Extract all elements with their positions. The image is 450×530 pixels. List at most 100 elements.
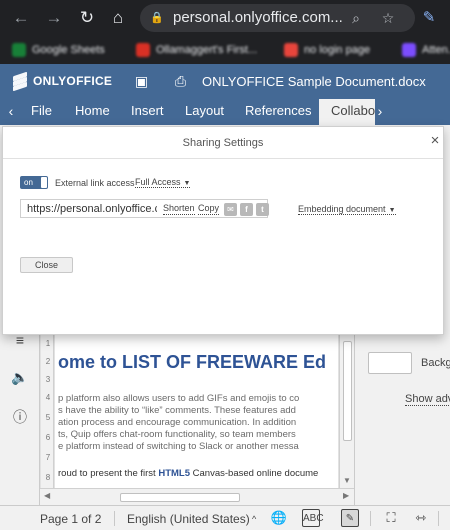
paragraph-line: p platform also allows users to add GIFs… (58, 393, 300, 404)
fit-page-icon[interactable]: ⛶ (382, 509, 400, 527)
external-link-toggle[interactable]: on (20, 176, 48, 189)
favicon-icon (136, 43, 150, 57)
bookmark-item[interactable]: Google Sheets (12, 40, 105, 60)
reload-icon[interactable]: ↻ (77, 8, 97, 28)
scroll-thumb[interactable] (343, 341, 352, 441)
paragraph-text: roud to present the first (58, 468, 159, 479)
external-link-label: External link access (55, 178, 135, 188)
shorten-link[interactable]: Shorten (163, 203, 195, 215)
favicon-icon (402, 43, 416, 57)
bookmarks-bar: Google Sheets Ollamaggert's First... no … (0, 36, 450, 64)
favicon-icon (284, 43, 298, 57)
tabs-scroll-right-icon[interactable]: › (372, 99, 388, 125)
copy-link[interactable]: Copy (198, 203, 220, 215)
tabs-scroll-left-icon[interactable]: ‹ (3, 99, 19, 125)
bookmark-label: Atten... (422, 44, 450, 56)
back-icon[interactable]: ← (11, 8, 31, 28)
bookmark-item[interactable]: Atten... (402, 40, 450, 60)
ruler-number: 1 (45, 339, 51, 348)
paragraph-line: roud to present the first HTML5 Canvas-b… (58, 468, 318, 479)
embedding-document-dropdown[interactable]: Embedding document ▼ (298, 204, 396, 215)
dialog-header: Sharing Settings × (3, 127, 443, 159)
caret-down-icon: ▼ (183, 180, 191, 187)
divider (114, 511, 115, 526)
tab-references[interactable]: References (245, 99, 311, 125)
bookmark-item[interactable]: Ollamaggert's First... (136, 40, 257, 60)
share-link-url[interactable]: https://personal.onlyoffice.com (27, 203, 157, 216)
tab-file[interactable]: File (31, 99, 52, 125)
document-title: ONLYOFFICE Sample Document.docx (202, 74, 426, 89)
info-icon[interactable]: ⓘ (11, 408, 29, 426)
forward-icon[interactable]: → (44, 8, 64, 28)
lock-icon: 🔒 (150, 12, 164, 24)
bookmark-label: Ollamaggert's First... (156, 44, 258, 56)
bookmark-label: no login page (304, 44, 371, 56)
speaker-icon[interactable]: 🔈 (11, 368, 29, 386)
horizontal-scrollbar[interactable]: ◀ ▶ (40, 488, 354, 505)
bookmark-item[interactable]: no login page (284, 40, 370, 60)
bookmark-star-icon[interactable]: ☆ (379, 9, 397, 27)
logo-text: ONLYOFFICE (33, 74, 113, 88)
ruler-number: 6 (45, 433, 51, 442)
vertical-scrollbar[interactable]: ▼ (339, 335, 354, 488)
show-advanced-link[interactable]: Show adv (405, 393, 450, 406)
home-icon[interactable]: ⌂ (108, 8, 128, 28)
favicon-icon (12, 43, 26, 57)
divider (370, 511, 371, 526)
toggle-label: on (24, 178, 33, 187)
page-indicator[interactable]: Page 1 of 2 (40, 512, 101, 526)
browser-toolbar: ← → ↻ ⌂ 🔒 personal.onlyoffice.com... ⌕ ☆… (0, 0, 450, 36)
tab-insert[interactable]: Insert (131, 99, 164, 125)
close-icon[interactable]: × (427, 133, 443, 149)
left-sidebar: ≡ 🔈 ⓘ (0, 332, 40, 505)
zoom-icon[interactable]: ⌕ (347, 9, 365, 27)
print-icon[interactable]: ⎙ (172, 73, 189, 90)
paragraph-line: s have the ability to “like” comments. T… (58, 405, 296, 416)
scroll-thumb[interactable] (120, 493, 240, 502)
onlyoffice-logo[interactable]: ONLYOFFICE (12, 71, 113, 92)
fit-width-icon[interactable]: ⇿ (412, 509, 430, 527)
ruler-number: 4 (45, 393, 51, 402)
ruler-number: 2 (45, 357, 51, 366)
address-bar[interactable]: 🔒 personal.onlyoffice.com... ⌕ ☆ (140, 4, 415, 32)
sharing-settings-dialog: Sharing Settings × on External link acce… (2, 126, 444, 335)
status-bar: Page 1 of 2 English (United States) ^ 🌐 … (0, 505, 450, 530)
scroll-down-icon[interactable]: ▼ (343, 476, 351, 485)
document-page[interactable]: ome to LIST OF FREEWARE Ed p platform al… (55, 335, 338, 488)
background-color-picker[interactable] (368, 352, 412, 374)
scroll-right-icon[interactable]: ▶ (343, 491, 349, 500)
globe-icon[interactable]: 🌐 (270, 509, 288, 527)
logo-icon (12, 71, 28, 92)
paragraph-line: ts, Quip offers chat-room functionality,… (58, 429, 296, 440)
toggle-knob (41, 177, 47, 188)
twitter-icon[interactable]: t (256, 203, 269, 216)
ruler-number: 3 (45, 375, 51, 384)
chevron-up-icon[interactable]: ^ (252, 514, 256, 524)
share-link-field[interactable]: https://personal.onlyoffice.com Shorten … (20, 199, 269, 218)
spellcheck-icon[interactable]: ABC (302, 509, 324, 527)
close-button[interactable]: Close (20, 257, 73, 273)
tab-layout[interactable]: Layout (185, 99, 224, 125)
right-settings-panel: Backg Show adv (354, 335, 450, 505)
background-label: Backg (421, 357, 450, 369)
save-icon[interactable]: ▣ (133, 73, 150, 90)
paragraph-text: Canvas-based online docume (190, 468, 319, 479)
ruler-number: 5 (45, 413, 51, 422)
language-selector[interactable]: English (United States) (127, 512, 250, 526)
access-level-value: Full Access (135, 177, 181, 187)
ruler-number: 8 (45, 473, 51, 482)
bookmark-label: Google Sheets (32, 44, 105, 56)
mail-icon[interactable]: ✉ (224, 203, 237, 216)
address-url: personal.onlyoffice.com... (173, 9, 343, 26)
divider (438, 511, 439, 526)
access-level-dropdown[interactable]: Full Access ▼ (135, 177, 191, 188)
paragraph-line: e platform instead of switching to Slack… (58, 441, 299, 452)
tab-home[interactable]: Home (75, 99, 110, 125)
extension-pen-icon[interactable]: ✎ (419, 8, 439, 28)
track-changes-icon[interactable]: ✎ (341, 509, 359, 527)
scroll-left-icon[interactable]: ◀ (44, 491, 50, 500)
document-heading: ome to LIST OF FREEWARE Ed (58, 352, 327, 372)
embedding-label: Embedding document (298, 204, 386, 214)
tab-collaboration[interactable]: Collabo (319, 99, 375, 125)
facebook-icon[interactable]: f (240, 203, 253, 216)
